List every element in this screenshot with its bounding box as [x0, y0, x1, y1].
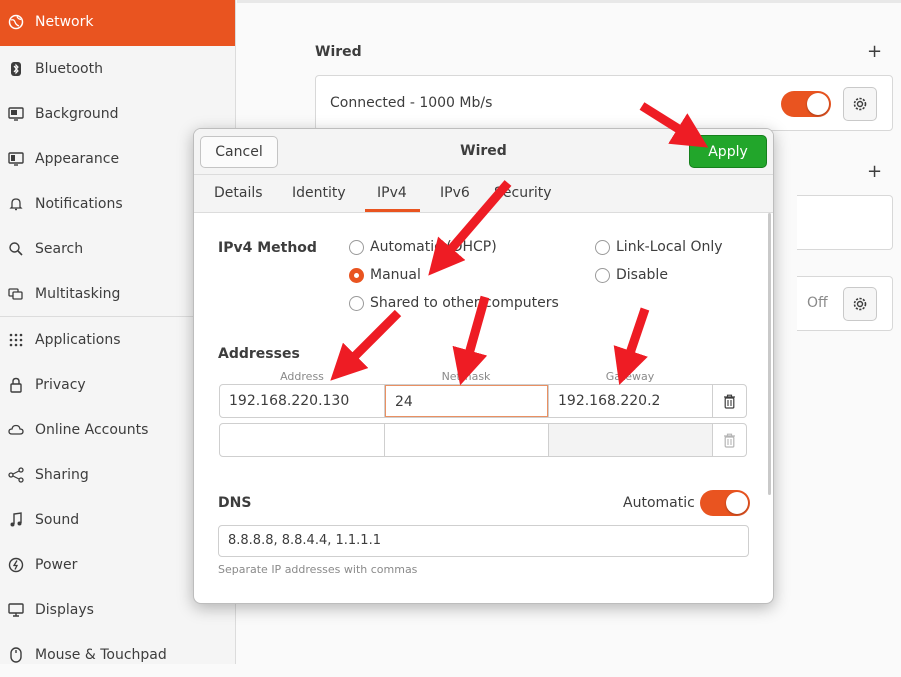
radio-manual[interactable]: [349, 267, 364, 283]
method-link-local-label: Link-Local Only: [616, 239, 723, 255]
wired-settings-button[interactable]: [843, 87, 877, 121]
wired-settings-dialog: Cancel Wired Apply Details Identity IPv4…: [193, 128, 774, 604]
dns-automatic-label: Automatic: [623, 495, 695, 511]
display-icon: [8, 602, 24, 618]
tab-details[interactable]: Details: [214, 185, 263, 201]
tab-ipv4[interactable]: IPv4: [365, 185, 420, 212]
dialog-tabs: Details Identity IPv4 IPv6 Security: [194, 175, 773, 213]
sidebar-item-label: Network: [35, 14, 94, 30]
sidebar-item-label: Appearance: [35, 150, 120, 167]
delete-row-icon[interactable]: [721, 393, 737, 409]
header-edge: [237, 0, 901, 3]
method-manual-label: Manual: [370, 267, 421, 283]
delete-row-icon[interactable]: [721, 432, 737, 448]
address-input[interactable]: [220, 424, 384, 456]
sidebar-item-label: Applications: [35, 331, 121, 348]
mouse-icon: [8, 646, 24, 663]
gateway-input[interactable]: [549, 424, 712, 456]
wired-connection-card: Connected - 1000 Mb/s: [315, 75, 893, 131]
bell-icon: [8, 196, 24, 212]
dialog-title: Wired: [460, 143, 507, 159]
ipv4-method-label: IPv4 Method: [218, 240, 317, 256]
method-automatic-label: Automatic (DHCP): [370, 239, 497, 255]
multitasking-icon: [8, 286, 24, 302]
sidebar-item-label: Online Accounts: [35, 421, 149, 438]
gear-icon: [853, 297, 867, 311]
dns-automatic-toggle[interactable]: [700, 490, 750, 516]
sidebar-item-label: Sharing: [35, 466, 89, 483]
tab-identity[interactable]: Identity: [292, 185, 346, 201]
proxy-settings-button[interactable]: [843, 287, 877, 321]
method-disable[interactable]: Disable: [595, 267, 668, 283]
background-icon: [8, 106, 24, 122]
scrollbar[interactable]: [768, 213, 771, 495]
dialog-header: Cancel Wired Apply: [194, 129, 773, 175]
sidebar-item-label: Bluetooth: [35, 60, 103, 77]
address-input[interactable]: 192.168.220.130: [220, 385, 384, 417]
sidebar-item-label: Mouse & Touchpad: [35, 646, 167, 663]
method-disable-label: Disable: [616, 267, 668, 283]
method-link-local[interactable]: Link-Local Only: [595, 239, 723, 255]
share-icon: [8, 466, 24, 483]
radio-disable[interactable]: [595, 267, 610, 283]
sidebar-item-label: Sound: [35, 511, 80, 528]
sidebar-item-label: Notifications: [35, 195, 123, 212]
netmask-input[interactable]: 24: [385, 385, 548, 417]
add-vpn-icon[interactable]: +: [867, 161, 882, 182]
search-icon: [8, 241, 24, 257]
radio-shared[interactable]: [349, 295, 364, 311]
radio-automatic[interactable]: [349, 239, 364, 255]
dns-hint: Separate IP addresses with commas: [218, 563, 418, 576]
method-manual[interactable]: Manual: [349, 267, 421, 283]
wired-section-title: Wired: [315, 44, 362, 60]
power-icon: [8, 557, 24, 573]
netmask-input[interactable]: [385, 424, 548, 456]
sidebar-item-network[interactable]: Network: [0, 0, 235, 46]
cell-divider: [712, 385, 713, 417]
dns-label: DNS: [218, 495, 252, 511]
connection-status: Connected - 1000 Mb/s: [330, 95, 493, 111]
apply-button[interactable]: Apply: [689, 135, 767, 168]
vpn-card: [797, 195, 893, 250]
column-address: Address: [280, 370, 324, 383]
lock-icon: [8, 377, 24, 393]
cloud-icon: [8, 422, 24, 438]
sidebar-item-mouse-touchpad[interactable]: Mouse & Touchpad: [0, 632, 235, 677]
method-automatic[interactable]: Automatic (DHCP): [349, 239, 497, 255]
proxy-status: Off: [807, 295, 828, 311]
dns-input[interactable]: 8.8.8.8, 8.8.4.4, 1.1.1.1: [218, 525, 749, 557]
proxy-card: Off: [797, 276, 893, 331]
tab-ipv6[interactable]: IPv6: [440, 185, 470, 201]
gear-icon: [853, 97, 867, 111]
sidebar-item-label: Displays: [35, 601, 94, 618]
sidebar-item-label: Search: [35, 240, 84, 257]
radio-link-local[interactable]: [595, 239, 610, 255]
tab-security[interactable]: Security: [494, 185, 552, 201]
column-netmask: Netmask: [441, 370, 491, 383]
sidebar-item-bluetooth[interactable]: Bluetooth: [0, 46, 235, 91]
method-shared-label: Shared to other computers: [370, 295, 559, 311]
bluetooth-icon: [8, 61, 24, 77]
method-shared[interactable]: Shared to other computers: [349, 295, 559, 311]
music-note-icon: [8, 511, 24, 528]
network-icon: [8, 14, 24, 30]
ipv4-settings: IPv4 Method Automatic (DHCP) Manual Shar…: [194, 213, 773, 603]
cell-divider: [712, 424, 713, 456]
gateway-input[interactable]: 192.168.220.2: [549, 385, 712, 417]
wired-toggle[interactable]: [781, 91, 831, 117]
sidebar-item-label: Power: [35, 556, 78, 573]
add-wired-icon[interactable]: +: [867, 41, 882, 62]
sidebar-item-label: Multitasking: [35, 285, 121, 302]
addresses-label: Addresses: [218, 346, 300, 362]
address-row: 192.168.220.130 24 192.168.220.2: [219, 384, 747, 418]
column-gateway: Gateway: [605, 370, 655, 383]
applications-grid-icon: [8, 332, 24, 348]
address-row: [219, 423, 747, 457]
appearance-icon: [8, 151, 24, 167]
sidebar-item-label: Privacy: [35, 376, 86, 393]
sidebar-item-label: Background: [35, 105, 119, 122]
